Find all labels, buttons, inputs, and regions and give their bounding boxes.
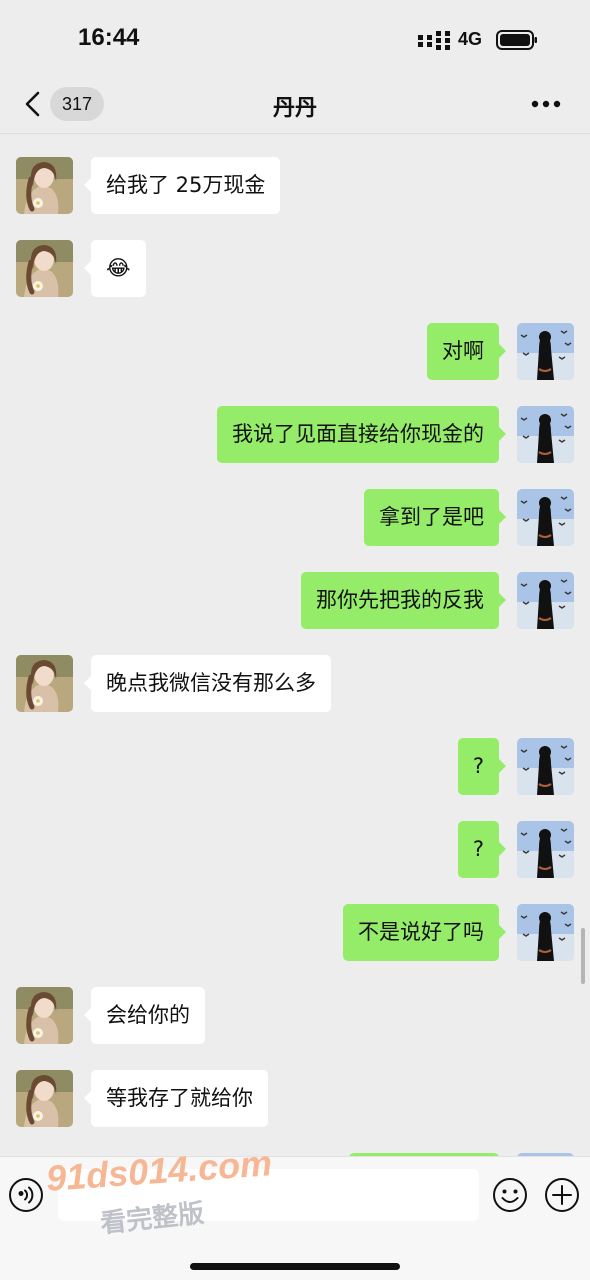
self-avatar[interactable] bbox=[517, 738, 574, 795]
self-avatar-picture bbox=[517, 738, 574, 795]
message-received: 😂 bbox=[0, 240, 590, 298]
self-avatar-picture bbox=[517, 406, 574, 463]
self-avatar-picture bbox=[517, 904, 574, 961]
contact-avatar-picture bbox=[16, 240, 73, 297]
contact-avatar-picture bbox=[16, 1070, 73, 1127]
status-bar: 16:44 4G bbox=[0, 0, 590, 78]
self-avatar[interactable] bbox=[517, 572, 574, 629]
status-time: 16:44 bbox=[78, 24, 140, 51]
message-received: 晚点我微信没有那么多 bbox=[0, 655, 590, 713]
cellular-signal-icon bbox=[418, 31, 450, 50]
message-bubble[interactable]: ? bbox=[457, 738, 507, 795]
contact-avatar[interactable] bbox=[16, 1070, 73, 1127]
voice-icon[interactable] bbox=[8, 1177, 44, 1213]
message-sent: 不是说好了吗 bbox=[0, 904, 590, 962]
message-bubble[interactable]: 不是说好了吗 bbox=[343, 904, 506, 961]
message-sent: ? bbox=[0, 821, 590, 879]
battery-icon bbox=[496, 30, 537, 50]
message-bubble[interactable]: 拿到了是吧 bbox=[364, 489, 506, 546]
message-bubble[interactable]: 我说了见面直接给你现金的 bbox=[217, 406, 506, 463]
message-received: 会给你的 bbox=[0, 987, 590, 1045]
self-avatar-picture bbox=[517, 323, 574, 380]
self-avatar[interactable] bbox=[517, 821, 574, 878]
self-avatar[interactable] bbox=[517, 904, 574, 961]
message-received: 给我了 25万现金 bbox=[0, 157, 590, 215]
contact-avatar-picture bbox=[16, 655, 73, 712]
network-type: 4G bbox=[458, 29, 483, 49]
message-bubble[interactable]: 那你先把我的反我 bbox=[301, 572, 506, 629]
message-sent: 我说了见面直接给你现金的 bbox=[0, 406, 590, 464]
chat-header: 317 丹丹 bbox=[0, 78, 590, 134]
message-bubble[interactable]: 等我存了就给你 bbox=[84, 1070, 268, 1127]
message-list[interactable]: 给我了 25万现金 😂 对啊 我说了见面直接给你现金的 拿到了是吧 那你先把我的… bbox=[0, 134, 590, 1156]
contact-avatar[interactable] bbox=[16, 987, 73, 1044]
self-avatar-picture bbox=[517, 489, 574, 546]
message-bubble[interactable]: 给我了 25万现金 bbox=[83, 157, 281, 214]
contact-avatar-picture bbox=[16, 987, 73, 1044]
contact-avatar[interactable] bbox=[16, 157, 73, 214]
self-avatar-picture bbox=[517, 821, 574, 878]
self-avatar-picture bbox=[517, 572, 574, 629]
message-bubble[interactable]: 晚点我微信没有那么多 bbox=[84, 655, 331, 712]
message-sent: 对啊 bbox=[0, 323, 590, 381]
message-bubble[interactable]: 😂 bbox=[84, 240, 146, 297]
self-avatar[interactable] bbox=[517, 323, 574, 380]
message-sent: ? bbox=[0, 738, 590, 796]
message-bubble[interactable]: 对啊 bbox=[427, 323, 506, 380]
self-avatar[interactable] bbox=[517, 489, 574, 546]
contact-avatar-picture bbox=[16, 157, 73, 214]
message-sent: 拿到了是吧 bbox=[0, 489, 590, 547]
contact-avatar[interactable] bbox=[16, 240, 73, 297]
contact-avatar[interactable] bbox=[16, 655, 73, 712]
message-received: 等我存了就给你 bbox=[0, 1070, 590, 1128]
emoji-icon[interactable] bbox=[492, 1177, 528, 1213]
scrollbar[interactable] bbox=[581, 928, 585, 984]
plus-circle-icon[interactable] bbox=[544, 1177, 580, 1213]
message-input[interactable] bbox=[58, 1169, 479, 1221]
ellipsis-icon[interactable] bbox=[530, 98, 562, 110]
home-indicator[interactable] bbox=[190, 1263, 400, 1270]
message-sent: 那你先把我的反我 bbox=[0, 572, 590, 630]
message-bubble[interactable]: ? bbox=[457, 821, 507, 878]
self-avatar[interactable] bbox=[517, 406, 574, 463]
message-bubble[interactable]: 会给你的 bbox=[84, 987, 205, 1044]
input-bar bbox=[0, 1156, 590, 1280]
chat-title: 丹丹 bbox=[272, 96, 317, 121]
